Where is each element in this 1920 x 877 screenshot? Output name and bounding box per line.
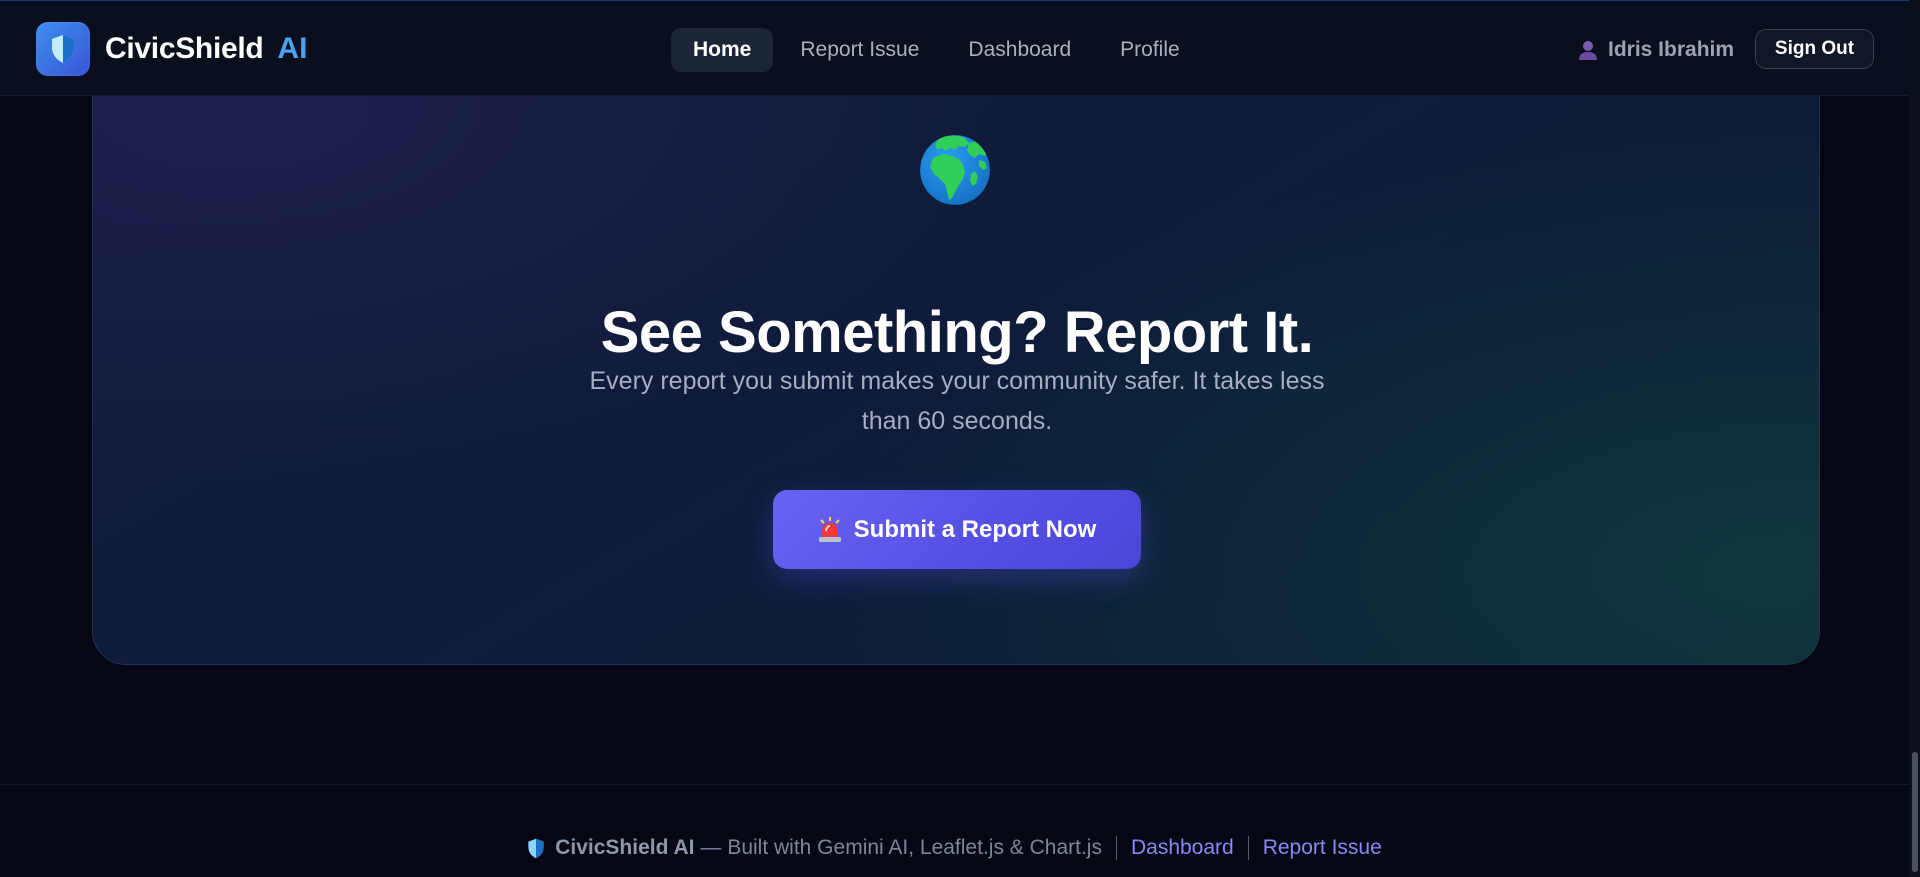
footer-separator: [1115, 836, 1117, 860]
user-icon: [1578, 39, 1598, 61]
shield-icon: [527, 838, 545, 859]
hero-title: See Something? Report It.: [600, 300, 1314, 365]
footer-divider: [0, 784, 1909, 785]
user-name: Idris Ibrahim: [1608, 38, 1735, 61]
top-navigation-bar: CivicShield AI Home Report Issue Dashboa…: [0, 0, 1909, 96]
nav-report-issue[interactable]: Report Issue: [778, 28, 941, 72]
footer-tagline: — Built with Gemini AI, Leaflet.js & Cha…: [700, 836, 1102, 859]
footer-link-report-issue[interactable]: Report Issue: [1263, 836, 1382, 860]
scrollbar-thumb[interactable]: [1912, 752, 1918, 872]
hero-subtitle: Every report you submit makes your commu…: [589, 367, 1325, 435]
brand-name: CivicShield: [105, 32, 264, 65]
siren-icon: [818, 516, 842, 543]
main-nav: Home Report Issue Dashboard Profile: [671, 28, 1207, 72]
submit-report-button[interactable]: Submit a Report Now: [773, 490, 1141, 569]
hero-card: See Something? Report It. Every report y…: [92, 40, 1820, 665]
footer-link-dashboard[interactable]: Dashboard: [1131, 836, 1234, 860]
footer-separator: [1247, 836, 1249, 860]
page-scrollbar[interactable]: [1909, 0, 1920, 877]
sign-out-button[interactable]: Sign Out: [1755, 29, 1874, 69]
nav-home[interactable]: Home: [671, 28, 774, 72]
globe-europe-africa-icon: [919, 134, 991, 206]
user-info[interactable]: Idris Ibrahim: [1578, 34, 1734, 66]
shield-logo-icon: [36, 22, 90, 76]
footer-brand: CivicShield AI: [555, 836, 695, 859]
submit-report-label: Submit a Report Now: [853, 515, 1097, 543]
footer: CivicShield AI — Built with Gemini AI, L…: [0, 836, 1909, 860]
nav-profile[interactable]: Profile: [1098, 28, 1202, 72]
brand-suffix: AI: [277, 32, 308, 65]
nav-dashboard[interactable]: Dashboard: [946, 28, 1093, 72]
brand[interactable]: CivicShield AI: [36, 22, 307, 76]
